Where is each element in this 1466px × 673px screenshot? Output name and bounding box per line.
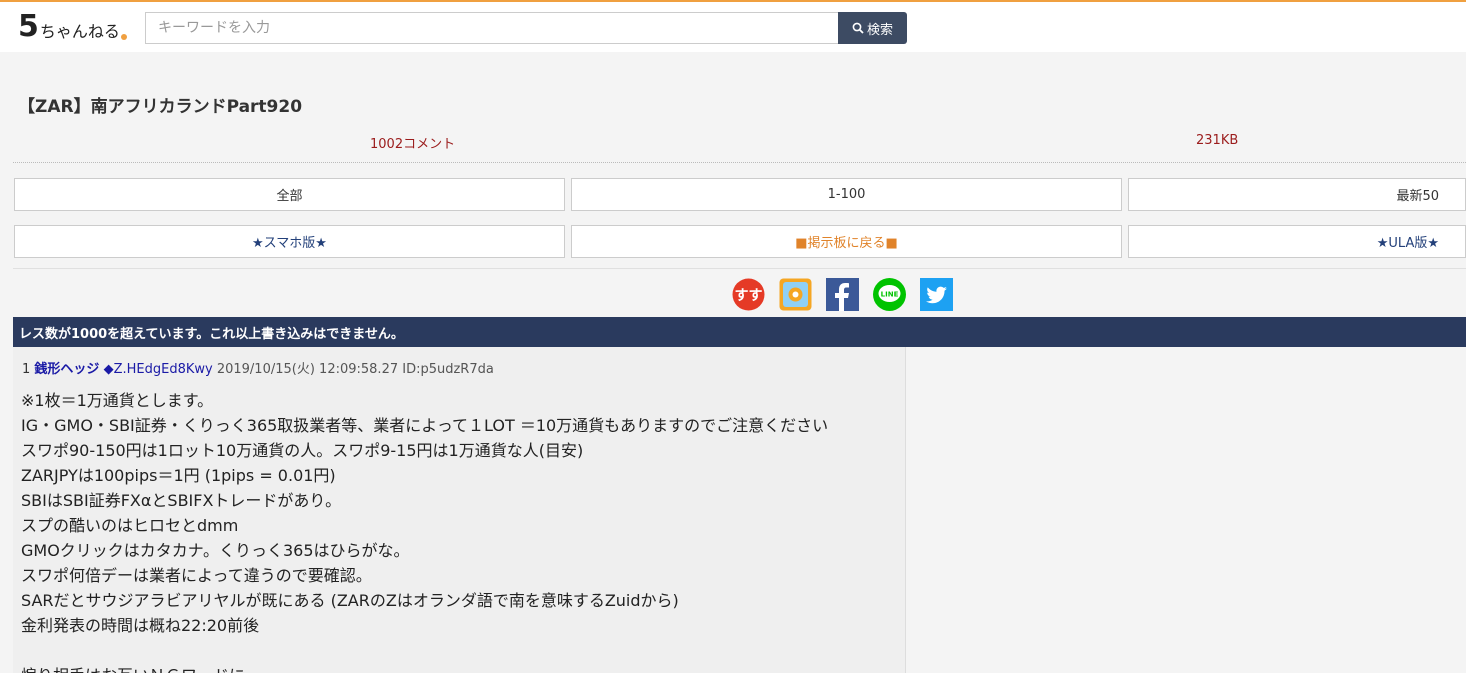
nav-back-to-board-button[interactable]: ■掲示板に戻る■ xyxy=(571,225,1122,258)
post-line: ZARJPYは100pips＝1円 (1pips = 0.01円) xyxy=(21,466,336,485)
post-body: ※1枚＝1万通貨とします。 IG・GMO・SBI証券・くりっく365取扱業者等、… xyxy=(21,388,901,673)
sunsuku-icon-label: すす xyxy=(735,288,763,304)
site-header: 5 ちゃんねる 検索 xyxy=(0,2,1466,52)
logo-dot-icon xyxy=(120,34,127,40)
nav-ula-button[interactable]: ★ULA版★ xyxy=(1128,225,1466,258)
thread-title: 【ZAR】南アフリカランドPart920 xyxy=(18,97,303,117)
post-line: 煽り相手はお互いＮＧワードに xyxy=(21,663,901,673)
post-line xyxy=(21,638,901,663)
facebook-icon[interactable] xyxy=(826,278,859,311)
post-line: IG・GMO・SBI証券・くりっく365取扱業者等、業者によって１LOT ＝10… xyxy=(21,416,829,435)
post-1: 1 銭形ヘッジ ◆Z.HEdgEd8Kwy 2019/10/15(火) 12:0… xyxy=(13,347,906,673)
search-button-label: 検索 xyxy=(866,22,893,38)
comment-count: 1002コメント xyxy=(370,137,456,152)
post-line: スワポ90-150円は1ロット10万通貨の人。スワポ9-15円は1万通貨な人(目… xyxy=(21,441,584,460)
search-input[interactable] xyxy=(145,12,838,44)
nav-1-100-button[interactable]: 1-100 xyxy=(571,178,1122,211)
post-line: GMOクリックはカタカナ。くりっく365はひらがな。 xyxy=(21,541,410,560)
bookmark-icon[interactable] xyxy=(779,278,812,311)
line-icon-label: LINE xyxy=(881,291,899,299)
thread-full-banner: レス数が1000を超えています。これ以上書き込みはできません。 xyxy=(13,317,1466,347)
divider xyxy=(13,162,1466,163)
thread-size: 231KB xyxy=(1196,133,1239,148)
post-date-id: 2019/10/15(火) 12:09:58.27 ID:p5udzR7da xyxy=(216,362,494,377)
nav-all-button[interactable]: 全部 xyxy=(14,178,565,211)
twitter-icon[interactable] xyxy=(920,278,953,311)
post-line: ※1枚＝1万通貨とします。 xyxy=(21,391,214,410)
sunsuku-icon[interactable]: すす xyxy=(732,278,765,311)
post-header: 1 銭形ヘッジ ◆Z.HEdgEd8Kwy 2019/10/15(火) 12:0… xyxy=(22,358,494,377)
site-logo[interactable]: 5 ちゃんねる xyxy=(18,10,127,42)
search-button[interactable]: 検索 xyxy=(838,12,907,44)
nav-latest50-button[interactable]: 最新50 xyxy=(1128,178,1466,211)
logo-text: ちゃんねる xyxy=(39,22,120,41)
post-line: SARだとサウジアラビアリヤルが既にある (ZARのZはオランダ語で南を意味する… xyxy=(21,591,679,610)
divider xyxy=(13,268,1466,269)
nav-smartphone-button[interactable]: ★スマホ版★ xyxy=(14,225,565,258)
post-number[interactable]: 1 xyxy=(22,362,30,377)
poster-trip: ◆Z.HEdgEd8Kwy xyxy=(103,362,213,377)
post-line: 金利発表の時間は概ね22:20前後 xyxy=(21,616,260,635)
line-icon[interactable]: LINE xyxy=(873,278,906,311)
search-icon xyxy=(852,22,864,34)
post-line: スプの酷いのはヒロセとdmm xyxy=(21,516,239,535)
post-line: SBIはSBI証券FXαとSBIFXトレードがあり。 xyxy=(21,491,342,510)
poster-name: 銭形ヘッジ xyxy=(34,362,100,377)
logo-numeral: 5 xyxy=(18,9,39,44)
post-line: スワポ何倍デーは業者によって違うので要確認。 xyxy=(21,566,372,585)
